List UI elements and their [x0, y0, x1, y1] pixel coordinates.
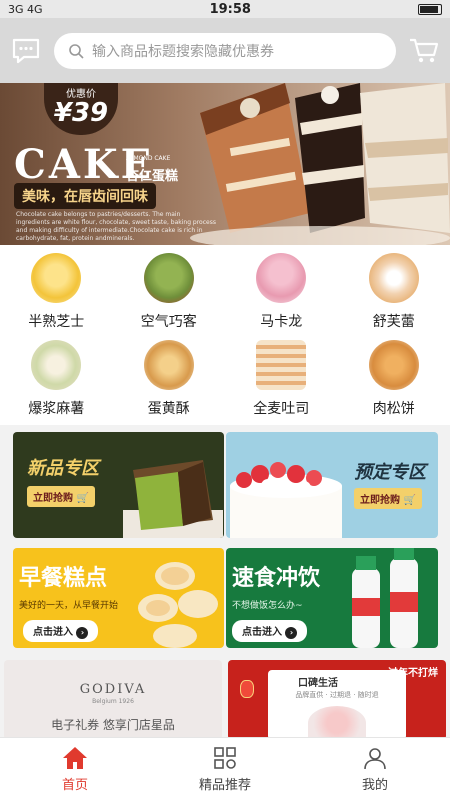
- drinks-tile[interactable]: 速食冲饮 不想做饭怎么办~ 点击进入 ›: [226, 548, 438, 648]
- koubei-sub: 品牌直供 · 过期退 · 随时退: [295, 691, 379, 699]
- grid-icon: [214, 746, 236, 769]
- egg-yolk-pastry-icon: [143, 340, 194, 390]
- price-value: ¥39: [53, 98, 109, 128]
- banner-description: Chocolate cake belongs to pastries/desse…: [16, 211, 216, 242]
- breakfast-enter-button[interactable]: 点击进入 ›: [23, 620, 99, 642]
- godiva-tile[interactable]: GODIVA Belgium 1926 电子礼券 悠享门店星品: [4, 660, 222, 740]
- new-products-buy-button[interactable]: 立即抢购 🛒: [27, 486, 95, 507]
- clock: 19:58: [209, 1, 251, 17]
- breakfast-subtitle: 美好的一天，从早餐开始: [19, 601, 119, 611]
- matcha-bread-image: [123, 460, 223, 538]
- flower-image: [308, 706, 366, 740]
- nav-recommend[interactable]: 精品推荐: [150, 738, 300, 800]
- cheese-tart-icon: [31, 253, 82, 303]
- banner-slogan: 美味，在唇齿间回味: [14, 183, 156, 209]
- cart-small-icon: 🛒: [403, 495, 416, 506]
- category-item[interactable]: 马卡龙: [225, 251, 338, 338]
- drink-bottles-image: [352, 548, 418, 648]
- search-icon: [69, 43, 84, 59]
- search-placeholder: 输入商品标题搜索隐藏优惠券: [92, 43, 274, 60]
- koubei-brand: 口碑生活: [298, 678, 338, 689]
- category-item[interactable]: 半熟芝士: [0, 251, 113, 338]
- preorder-buy-button[interactable]: 立即抢购 🛒: [354, 488, 422, 509]
- category-item[interactable]: 全麦吐司: [225, 338, 338, 425]
- category-item[interactable]: 空气巧客: [113, 251, 226, 338]
- promo-banner[interactable]: 优惠价 ¥39 CAKE ALMOND CAKE 杏仁蛋糕 美味，在唇齿间回味 …: [0, 83, 450, 245]
- bread-rolls-image: [138, 562, 218, 648]
- brand-english: ALMOND CAKE: [126, 155, 171, 162]
- category-item[interactable]: 蛋黄酥: [113, 338, 226, 425]
- koubei-card: 口碑生活 品牌直供 · 过期退 · 随时退: [268, 670, 406, 740]
- arrow-right-icon: ›: [285, 627, 298, 639]
- drinks-title: 速食冲饮: [232, 566, 321, 591]
- meat-floss-cake-icon: [368, 340, 419, 390]
- godiva-logo-sub: Belgium 1926: [92, 698, 134, 705]
- preorder-title: 预定专区: [354, 462, 426, 483]
- home-icon: [63, 746, 87, 769]
- user-icon: [364, 747, 386, 769]
- price-badge: 优惠价 ¥39: [44, 83, 118, 135]
- battery-icon: [418, 3, 442, 15]
- brand-chinese: 杏仁蛋糕: [126, 169, 179, 184]
- macaron-icon: [256, 253, 307, 303]
- drinks-subtitle: 不想做饭怎么办~: [232, 601, 303, 611]
- signal-indicator: 3G 4G: [8, 2, 43, 16]
- new-products-title: 新品专区: [27, 458, 99, 479]
- cart-icon[interactable]: [408, 35, 440, 67]
- category-label: 爆浆麻薯: [28, 401, 85, 417]
- matcha-ball-icon: [143, 253, 194, 303]
- category-label: 空气巧客: [140, 314, 197, 330]
- drinks-enter-button[interactable]: 点击进入 ›: [232, 620, 308, 642]
- godiva-text: 电子礼券 悠享门店星品: [51, 718, 175, 732]
- koubei-tile[interactable]: 过年不打烊 口碑生活 品牌直供 · 过期退 · 随时退: [228, 660, 446, 740]
- godiva-logo: GODIVA: [79, 682, 147, 697]
- status-bar: 3G 4G 19:58: [0, 0, 450, 18]
- category-label: 半熟芝士: [28, 314, 85, 330]
- new-products-tile[interactable]: 新品专区 立即抢购 🛒: [13, 432, 224, 538]
- breakfast-tile[interactable]: 早餐糕点 美好的一天，从早餐开始 点击进入 ›: [13, 548, 224, 648]
- search-input[interactable]: 输入商品标题搜索隐藏优惠券: [54, 32, 396, 69]
- category-label: 马卡龙: [260, 314, 303, 330]
- cart-small-icon: 🛒: [76, 493, 89, 504]
- category-label: 舒芙蕾: [372, 314, 415, 330]
- message-icon[interactable]: [10, 35, 42, 67]
- cake-slices-image: [190, 83, 450, 245]
- category-item[interactable]: 爆浆麻薯: [0, 338, 113, 425]
- bottom-nav: 首页 精品推荐 我的: [0, 737, 450, 800]
- breakfast-title: 早餐糕点: [19, 566, 108, 591]
- category-item[interactable]: 肉松饼: [338, 338, 450, 425]
- header: 输入商品标题搜索隐藏优惠券: [0, 18, 450, 83]
- category-label: 蛋黄酥: [147, 401, 190, 417]
- nav-label: 我的: [361, 777, 388, 793]
- strawberry-cake-image: [230, 462, 342, 538]
- preorder-tile[interactable]: 预定专区 立即抢购 🛒: [226, 432, 438, 538]
- toast-icon: [256, 340, 307, 390]
- lantern-icon: [240, 680, 254, 698]
- arrow-right-icon: ›: [76, 627, 89, 639]
- category-label: 全麦吐司: [253, 401, 310, 417]
- nav-home[interactable]: 首页: [0, 738, 150, 800]
- mochi-icon: [31, 340, 82, 390]
- category-label: 肉松饼: [372, 401, 415, 417]
- category-grid: 半熟芝士 空气巧客 马卡龙 舒芙蕾 爆浆麻薯 蛋黄酥 全麦吐司 肉松饼: [0, 245, 450, 425]
- souffle-icon: [368, 253, 419, 303]
- nav-label: 首页: [61, 777, 88, 793]
- nav-label: 精品推荐: [198, 777, 251, 793]
- nav-profile[interactable]: 我的: [300, 738, 450, 800]
- category-item[interactable]: 舒芙蕾: [338, 251, 450, 338]
